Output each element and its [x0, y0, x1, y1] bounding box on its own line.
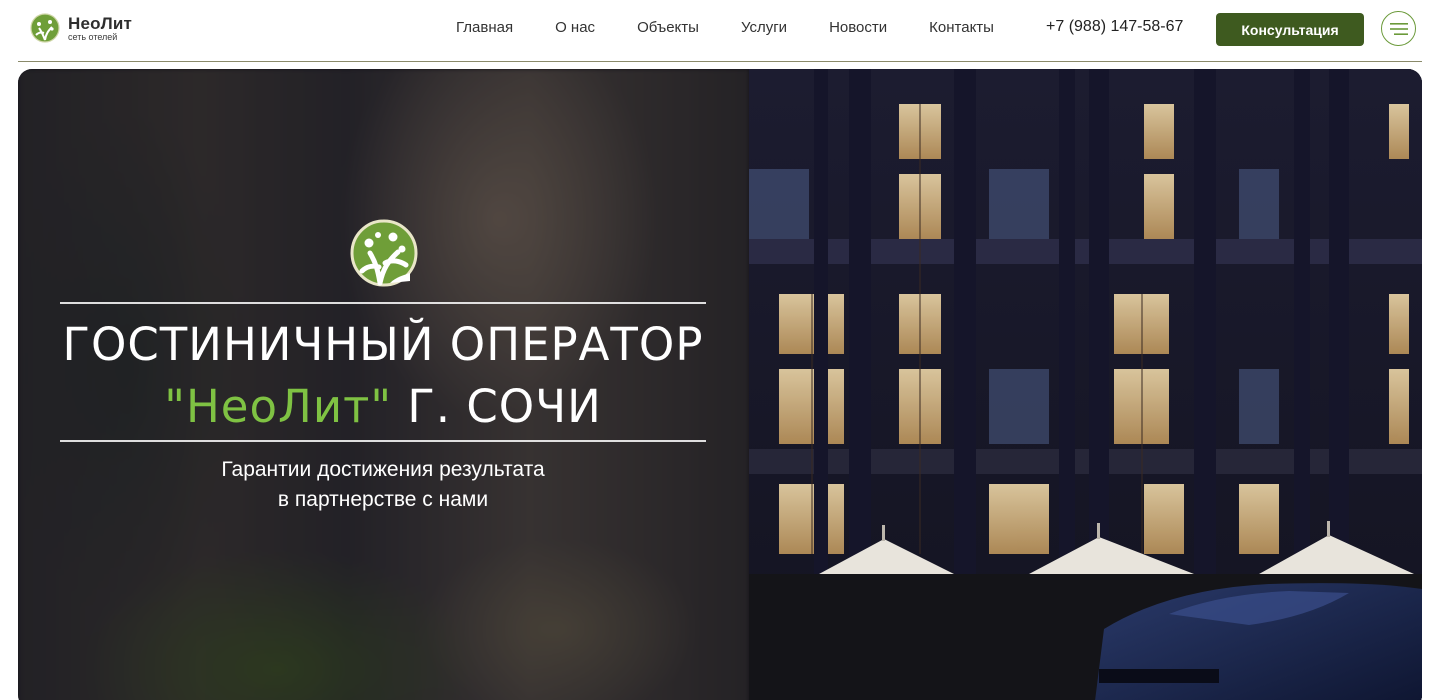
nav-item-news[interactable]: Новости	[829, 19, 887, 36]
logo-subtitle: сеть отелей	[68, 31, 118, 42]
consultation-button[interactable]: Консультация	[1216, 13, 1364, 46]
tree-logo-icon	[30, 13, 60, 43]
hero-divider-top	[60, 302, 706, 304]
hero-title-line1: ГОСТИНИЧНЫЙ ОПЕРАТОР	[62, 318, 704, 371]
nav-item-contacts[interactable]: Контакты	[929, 19, 994, 36]
tree-logo-icon	[350, 219, 418, 287]
hero-title-city: Г. СОЧИ	[392, 380, 602, 433]
phone-link[interactable]: +7 (988) 147-58-67	[1046, 18, 1183, 36]
hero-title: ГОСТИНИЧНЫЙ ОПЕРАТОР "НеоЛит" Г. СОЧИ	[60, 314, 706, 438]
main-nav: Главная О нас Объекты Услуги Новости Кон…	[456, 19, 994, 36]
nav-item-services[interactable]: Услуги	[741, 19, 787, 36]
header-divider	[18, 61, 1422, 62]
hero-subtitle-line1: Гарантии достижения результата	[221, 458, 545, 481]
hero-subtitle-line2: в партнерстве с нами	[277, 488, 489, 511]
hero-banner: ГОСТИНИЧНЫЙ ОПЕРАТОР "НеоЛит" Г. СОЧИ Га…	[18, 69, 1422, 700]
hero-building-image	[749, 69, 1422, 700]
nav-item-home[interactable]: Главная	[456, 19, 513, 36]
site-header: НеоЛит сеть отелей Главная О нас Объекты…	[0, 0, 1440, 62]
menu-toggle-button[interactable]	[1381, 11, 1416, 46]
hamburger-menu-icon	[1389, 22, 1408, 35]
hero-subtitle: Гарантии достижения результата в партнер…	[60, 455, 706, 515]
building-illustration	[749, 69, 1422, 700]
hero-title-brand: "НеоЛит"	[164, 380, 393, 433]
nav-item-about[interactable]: О нас	[555, 19, 595, 36]
hero-divider-bottom	[60, 440, 706, 442]
nav-item-objects[interactable]: Объекты	[637, 19, 699, 36]
logo-name: НеоЛит	[68, 13, 133, 33]
site-logo[interactable]: НеоЛит сеть отелей	[30, 13, 132, 43]
